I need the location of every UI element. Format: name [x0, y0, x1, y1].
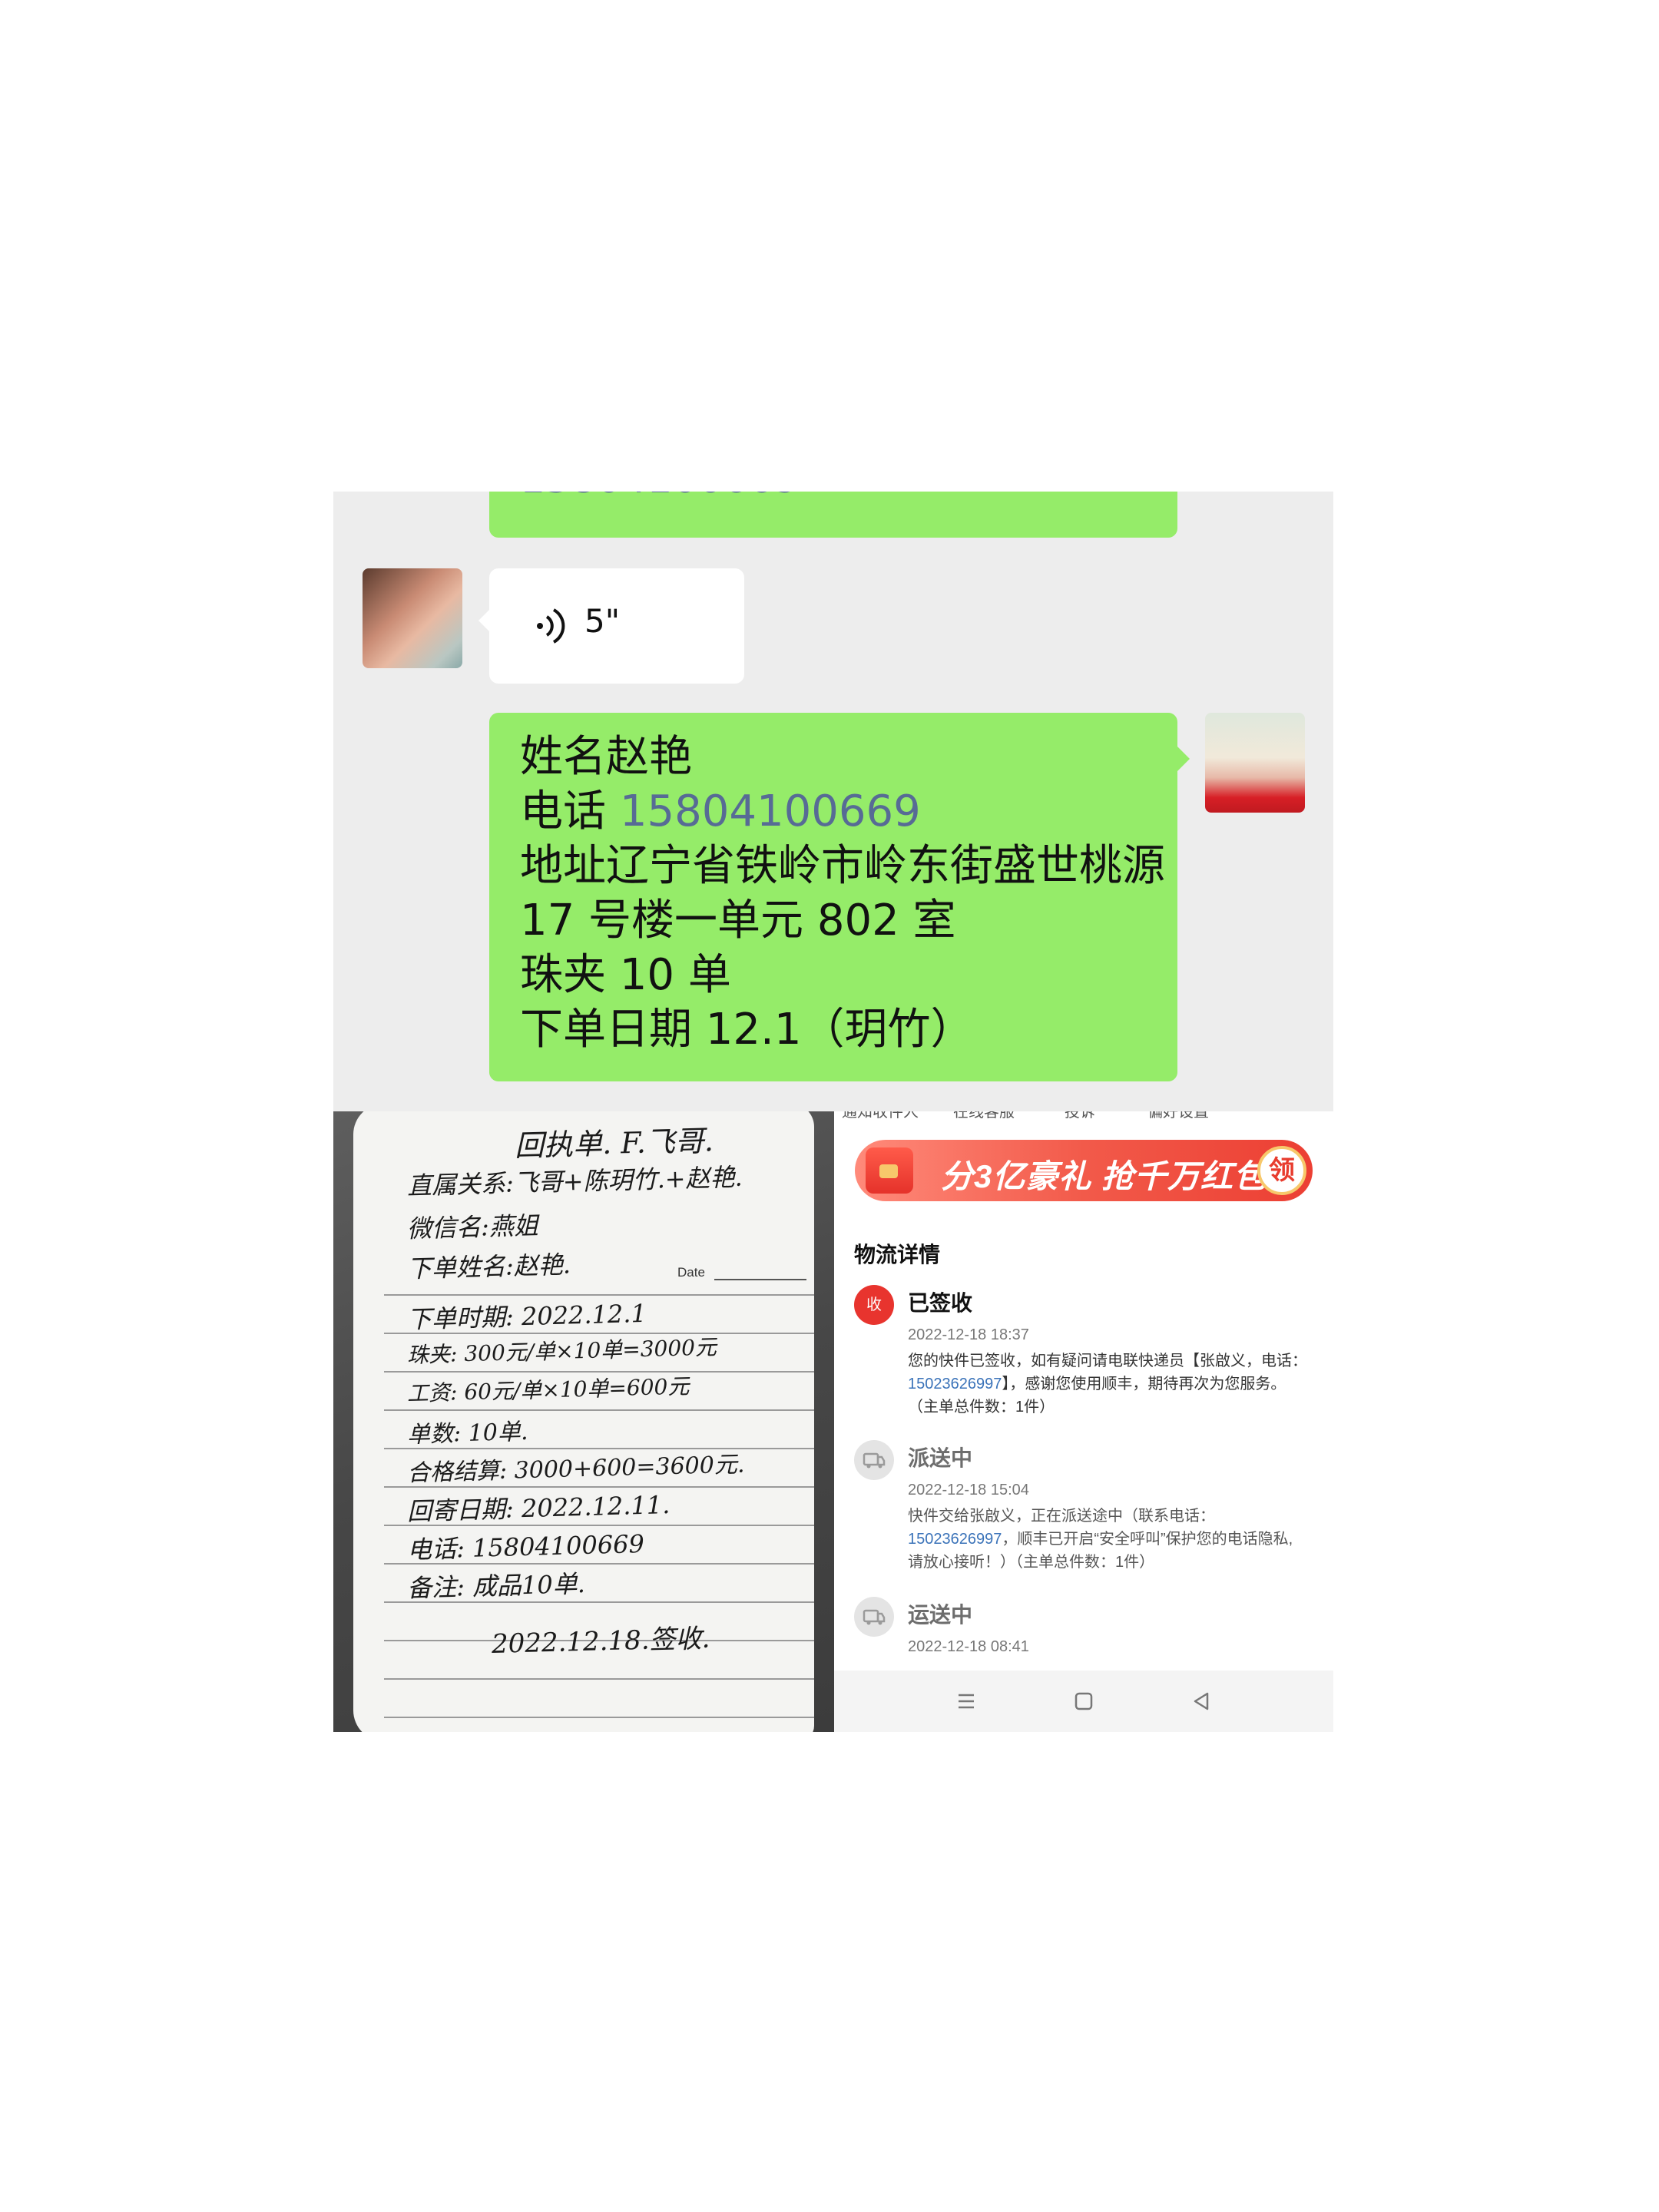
red-envelope-icon: [866, 1147, 913, 1194]
status-label: 运送中: [908, 1603, 973, 1627]
handwritten-line: 下单姓名:赵艳.: [406, 1250, 571, 1283]
status-time: 2022-12-18 15:04: [908, 1482, 1029, 1498]
phone-line: 电话 15804100669: [520, 784, 1165, 839]
menu-icon[interactable]: [949, 1684, 983, 1718]
back-icon[interactable]: [1184, 1684, 1218, 1718]
handwritten-title: 回执单. F.飞哥.: [514, 1124, 714, 1163]
home-icon[interactable]: [1067, 1684, 1101, 1718]
description-text: 快件交给张啟义，正在派送途中（联系电话：: [908, 1508, 1215, 1525]
phone-label: 电话: [520, 786, 606, 836]
handwritten-line: 直属关系:飞哥+陈玥竹.+赵艳.: [406, 1162, 743, 1200]
handwritten-line: 珠夹: 300元/单×10单=3000元: [406, 1334, 717, 1368]
address-message-bubble[interactable]: 姓名赵艳 电话 15804100669 地址辽宁省铁岭市岭东街盛世桃源 17 号…: [489, 713, 1190, 1081]
name-line: 姓名赵艳: [520, 732, 692, 782]
timeline-entry-in-transit: 运送中 2022-12-18 08:41: [834, 1597, 1333, 1671]
action-tabs: 通知收件人 在线客服 投诉 偏好设置: [834, 1111, 1333, 1124]
delivery-truck-icon: [854, 1440, 894, 1480]
description-text: 您的快件已签收，如有疑问请电联快递员【张啟义，电话：: [908, 1353, 1307, 1369]
handwritten-line: 备注: 成品10单.: [406, 1568, 586, 1603]
handwritten-line: 单数: 10单.: [406, 1418, 528, 1449]
handwritten-line: 下单时期: 2022.12.1: [406, 1298, 647, 1334]
item-line: 珠夹 10 单: [520, 950, 731, 1000]
tab-complaint[interactable]: 投诉: [1065, 1111, 1095, 1121]
chat-conversation: 15804100669 5" 姓名赵艳 电话 15804100669 地址辽宁省…: [333, 492, 1333, 1111]
courier-phone-link[interactable]: 15023626997: [908, 1531, 1002, 1548]
message-text: 姓名赵艳 电话 15804100669 地址辽宁省铁岭市岭东街盛世桃源 17 号…: [520, 730, 1165, 1057]
logistics-screen: 通知收件人 在线客服 投诉 偏好设置 分3亿豪礼 抢千万红包雨 领 物流详情 收…: [834, 1111, 1333, 1732]
promo-text: 分3亿豪礼 抢千万红包雨: [941, 1158, 1300, 1194]
claim-button[interactable]: 领: [1257, 1146, 1306, 1195]
status-description: 快件交给张啟义，正在派送途中（联系电话：15023626997，顺丰已开启“安全…: [908, 1505, 1307, 1574]
date-print-label: Date: [677, 1265, 705, 1280]
status-label: 派送中: [908, 1446, 973, 1470]
signed-badge: 收: [854, 1285, 894, 1325]
ruled-line: [384, 1717, 814, 1718]
status-time: 2022-12-18 18:37: [908, 1326, 1029, 1343]
handwritten-line: 工资: 60元/单×10单=600元: [406, 1373, 690, 1406]
address-line-2: 17 号楼一单元 802 室: [520, 896, 956, 945]
courier-phone-link[interactable]: 15023626997: [908, 1376, 1002, 1392]
status-time: 2022-12-18 08:41: [908, 1638, 1029, 1655]
section-title: 物流详情: [854, 1243, 941, 1267]
timeline-entry-signed: 收 已签收 2022-12-18 18:37 您的快件已签收，如有疑问请电联快递…: [834, 1285, 1333, 1439]
handwritten-line: 合格结算: 3000+600=3600元.: [406, 1451, 745, 1487]
status-label: 已签收: [908, 1291, 973, 1315]
tab-online-service[interactable]: 在线客服: [953, 1111, 1015, 1121]
date-line: [714, 1279, 806, 1280]
handwritten-line: 微信名:燕姐: [406, 1210, 539, 1243]
my-avatar[interactable]: [1205, 713, 1305, 813]
system-nav-bar: [834, 1671, 1333, 1732]
tab-notify-recipient[interactable]: 通知收件人: [842, 1111, 919, 1121]
tab-preferences[interactable]: 偏好设置: [1147, 1111, 1209, 1121]
contact-avatar[interactable]: [363, 568, 462, 668]
handwritten-line: 回寄日期: 2022.12.11.: [406, 1490, 671, 1526]
ruled-line: [384, 1409, 814, 1411]
previous-message-bubble[interactable]: 15804100669: [489, 492, 1177, 538]
delivery-truck-icon: [854, 1597, 894, 1637]
order-date-line: 下单日期 12.1（玥竹）: [520, 1005, 974, 1055]
promo-banner[interactable]: 分3亿豪礼 抢千万红包雨 领: [855, 1140, 1313, 1201]
voice-message-bubble[interactable]: 5": [478, 568, 744, 684]
voice-duration: 5": [584, 602, 621, 640]
status-description: 您的快件已签收，如有疑问请电联快递员【张啟义，电话：15023626997】，感…: [908, 1349, 1307, 1419]
receipt-paper: Date 回执单. F.飞哥. 直属关系:飞哥+陈玥竹.+赵艳. 微信名:燕姐 …: [353, 1111, 814, 1732]
timeline-entry-delivering: 派送中 2022-12-18 15:04 快件交给张啟义，正在派送途中（联系电话…: [834, 1440, 1333, 1594]
handwritten-line: 电话: 15804100669: [406, 1528, 645, 1565]
receipt-photo: Date 回执单. F.飞哥. 直属关系:飞哥+陈玥竹.+赵艳. 微信名:燕姐 …: [333, 1111, 834, 1732]
ruled-line: [384, 1678, 814, 1680]
handwritten-signoff: 2022.12.18.签收.: [491, 1623, 710, 1660]
phone-number-link[interactable]: 15804100669: [620, 786, 921, 836]
phone-number-link[interactable]: 15804100669: [520, 492, 800, 499]
voice-wave-icon: [537, 608, 565, 644]
address-line-1: 地址辽宁省铁岭市岭东街盛世桃源: [520, 841, 1165, 891]
